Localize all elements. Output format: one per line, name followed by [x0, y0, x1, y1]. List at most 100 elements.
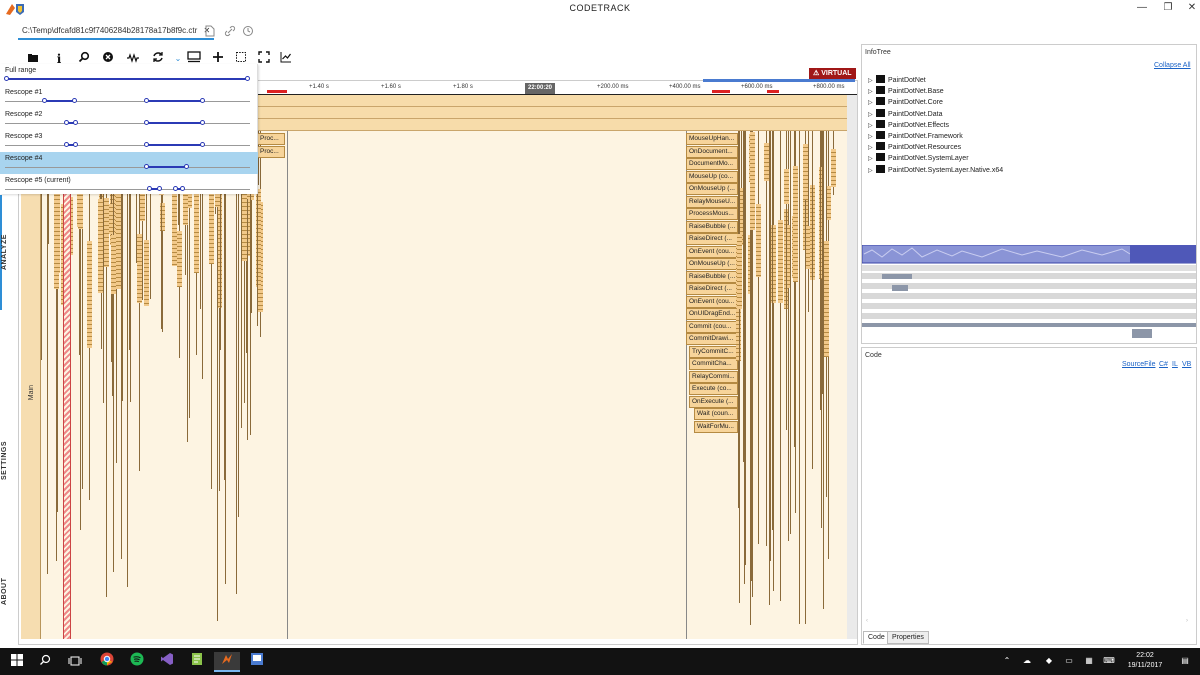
scroll-right-icon[interactable]: ›	[1186, 618, 1188, 624]
call-frame[interactable]: Proc...	[257, 133, 285, 145]
network-icon[interactable]: ▦	[1082, 656, 1096, 668]
expand-arrow-icon[interactable]: ▷	[868, 144, 876, 151]
rescope-item-2[interactable]: Rescope #2	[0, 108, 258, 130]
call-frame[interactable]: OnUIDragEnd...	[686, 308, 738, 320]
range-handle[interactable]	[144, 98, 149, 103]
tab-properties[interactable]: Properties	[887, 631, 929, 644]
minimize-button[interactable]: —	[1130, 2, 1154, 16]
visual-studio-icon[interactable]	[154, 652, 180, 672]
chrome-icon[interactable]	[94, 652, 120, 672]
cloud-icon[interactable]: ☁	[1020, 656, 1034, 668]
dropbox-icon[interactable]: ◆	[1042, 656, 1056, 668]
app-icon[interactable]	[244, 652, 270, 672]
rescope-item-4[interactable]: Rescope #4	[0, 152, 258, 174]
restore-button[interactable]: ❐	[1156, 2, 1180, 16]
range-handle[interactable]	[245, 76, 250, 81]
rescope-dropdown[interactable]: Full range Rescope #1 Rescope #2 Rescope…	[0, 64, 258, 194]
link-icon[interactable]	[224, 25, 236, 37]
chart-icon[interactable]	[277, 50, 295, 68]
close-button[interactable]: ✕	[1180, 2, 1200, 16]
spotify-icon[interactable]	[124, 652, 150, 672]
rescope-item-full-range[interactable]: Full range	[0, 64, 258, 86]
call-frame[interactable]: OnEvent (cou...	[686, 245, 738, 258]
call-frame[interactable]: WaitForMu...	[694, 420, 738, 433]
call-frame[interactable]: OnDocument...	[686, 145, 738, 158]
range-handle[interactable]	[147, 186, 152, 191]
call-frame[interactable]: Proc...	[257, 146, 285, 158]
expand-arrow-icon[interactable]: ▷	[868, 99, 876, 106]
notifications-icon[interactable]: ▤	[1178, 656, 1192, 668]
range-handle[interactable]	[144, 164, 149, 169]
range-handle[interactable]	[72, 98, 77, 103]
range-handle[interactable]	[200, 120, 205, 125]
call-frame[interactable]: RaiseBubble (...	[686, 270, 738, 283]
range-handle[interactable]	[73, 120, 78, 125]
chevron-up-icon[interactable]: ⌃	[1000, 656, 1014, 668]
rescope-item-3[interactable]: Rescope #3	[0, 130, 258, 152]
expand-arrow-icon[interactable]: ▷	[868, 111, 876, 118]
il-link[interactable]: IL	[1172, 361, 1178, 368]
windows-icon[interactable]	[4, 652, 30, 672]
call-frame[interactable]: RaiseDirect (...	[686, 233, 738, 245]
range-handle[interactable]	[64, 120, 69, 125]
vb-link[interactable]: VB	[1182, 361, 1191, 368]
call-frame[interactable]: RaiseDirect (...	[686, 283, 738, 295]
nav-item-settings[interactable]: SETTINGS	[1, 435, 15, 480]
clock-date[interactable]: 19/11/2017	[1120, 662, 1170, 669]
call-frame[interactable]: Commit (cou...	[686, 320, 738, 333]
history-icon[interactable]	[242, 25, 254, 37]
call-frame[interactable]: ProcessMous...	[686, 208, 738, 220]
clock-time[interactable]: 22:02	[1125, 652, 1165, 659]
nav-item-about[interactable]: ABOUT	[1, 565, 15, 605]
call-frame[interactable]: OnMouseUp (...	[686, 258, 738, 270]
document-tab[interactable]: C:\Temp\dfcafd81c9f7406284b28178a17b8f9c…	[18, 22, 215, 40]
timeline-minimap[interactable]	[861, 244, 1197, 339]
sourcefile-link[interactable]: SourceFile	[1122, 361, 1155, 368]
expand-arrow-icon[interactable]: ▷	[868, 155, 876, 162]
expand-arrow-icon[interactable]: ▷	[868, 88, 876, 95]
call-frame[interactable]: CommitDrawi...	[686, 333, 738, 345]
rescope-item-1[interactable]: Rescope #1	[0, 86, 258, 108]
collapse-all-link[interactable]: Collapse All	[1154, 62, 1191, 69]
call-frame[interactable]: DocumentMo...	[686, 158, 738, 170]
time-ruler[interactable]: +1.40 s +1.60 s +1.80 s +200.00 ms +400.…	[257, 79, 857, 95]
task-view-icon[interactable]	[62, 652, 88, 672]
tree-item[interactable]: ▷ PaintDotNet.Data	[868, 108, 942, 120]
call-frame[interactable]: RelayMouseU...	[686, 195, 738, 208]
range-handle[interactable]	[64, 142, 69, 147]
tree-item[interactable]: ▷ PaintDotNet.SystemLayer	[868, 153, 969, 164]
file-icon[interactable]	[204, 25, 216, 37]
call-frame[interactable]: OnEvent (cou...	[686, 295, 738, 308]
range-handle[interactable]	[73, 142, 78, 147]
csharp-link[interactable]: C#	[1159, 361, 1168, 368]
search-icon[interactable]	[32, 652, 58, 672]
rescope-item-5-current[interactable]: Rescope #5 (current)	[0, 174, 258, 196]
range-handle[interactable]	[173, 186, 178, 191]
tree-item[interactable]: ▷ PaintDotNet.Framework	[868, 131, 963, 142]
range-handle[interactable]	[157, 186, 162, 191]
tree-item[interactable]: ▷ PaintDotNet.Effects	[868, 119, 949, 131]
call-frame[interactable]: RaiseBubble (...	[686, 220, 738, 233]
range-handle[interactable]	[184, 164, 189, 169]
call-frame[interactable]: TryCommitC...	[689, 345, 738, 358]
call-frame[interactable]: Wait (coun...	[694, 408, 738, 420]
range-handle[interactable]	[144, 142, 149, 147]
expand-arrow-icon[interactable]: ▷	[868, 167, 876, 174]
expand-arrow-icon[interactable]: ▷	[868, 77, 876, 84]
tree-item[interactable]: ▷ PaintDotNet.Resources	[868, 142, 961, 153]
tree-item[interactable]: ▷ PaintDotNet.SystemLayer.Native.x64	[868, 164, 1003, 176]
scroll-left-icon[interactable]: ‹	[866, 618, 868, 624]
call-frame[interactable]: OnMouseUp (...	[686, 183, 738, 195]
expand-arrow-icon[interactable]: ▷	[868, 133, 876, 140]
tab-code[interactable]: Code	[863, 631, 890, 644]
expand-arrow-icon[interactable]: ▷	[868, 122, 876, 129]
call-frame[interactable]: MouseUpHan...	[686, 133, 738, 145]
tree-item[interactable]: ▷ PaintDotNet.Base	[868, 86, 944, 97]
notepad-icon[interactable]	[184, 652, 210, 672]
call-frame[interactable]: MouseUp (co...	[686, 170, 738, 183]
tree-item[interactable]: ▷ PaintDotNet	[868, 75, 926, 86]
range-handle[interactable]	[144, 120, 149, 125]
keyboard-icon[interactable]: ⌨	[1102, 656, 1116, 668]
nav-item-analyze[interactable]: ANALYZE	[1, 190, 15, 270]
tree-item[interactable]: ▷ PaintDotNet.Core	[868, 97, 943, 108]
